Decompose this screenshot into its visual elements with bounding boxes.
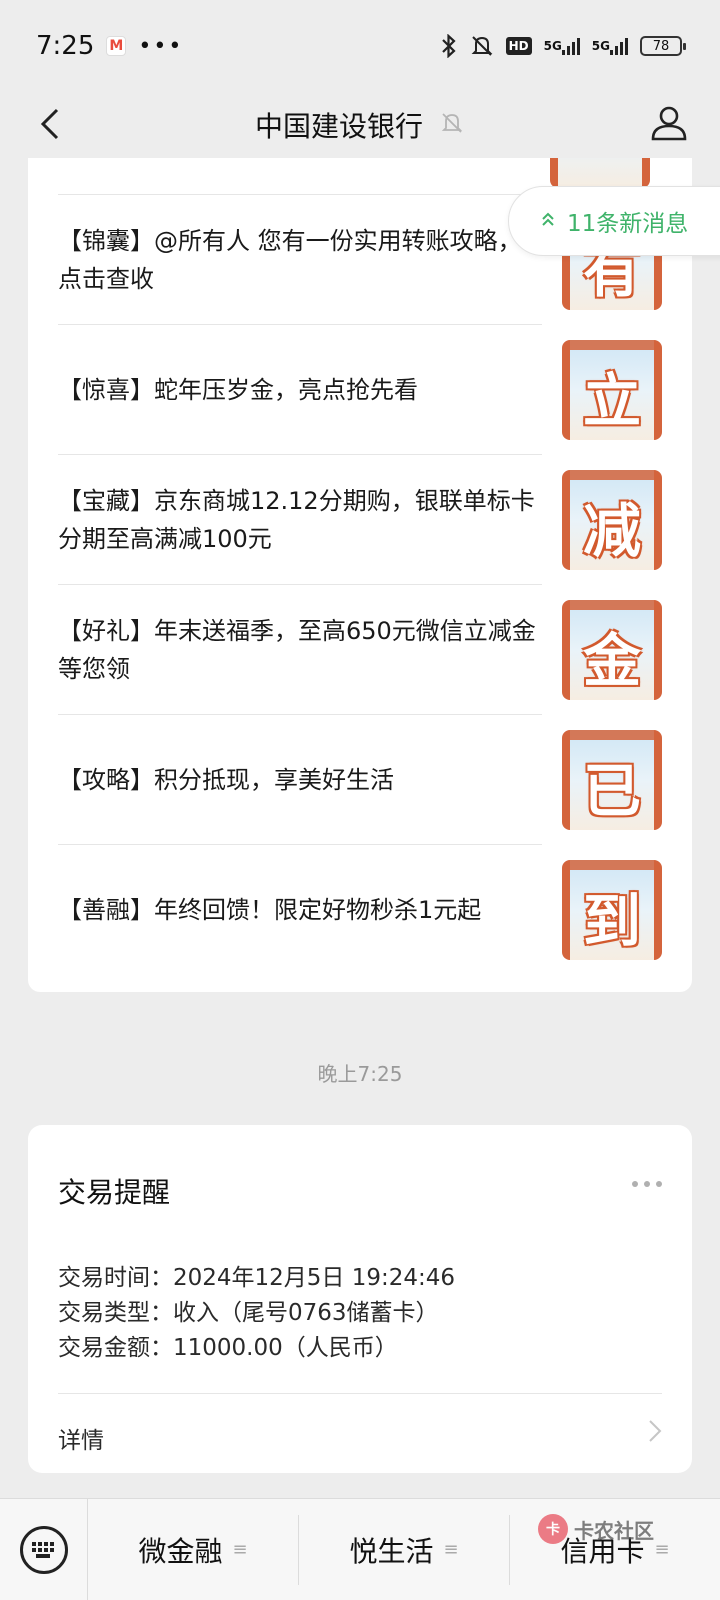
menu-micro-finance[interactable]: 微金融 ≡: [88, 1514, 299, 1585]
status-left: 7:25 M •••: [36, 31, 183, 61]
article-title: 【善融】年终回馈！限定好物秒杀1元起: [58, 896, 482, 924]
muted-bell-icon: [439, 110, 465, 140]
nav-title-wrap: 中国建设银行: [255, 105, 465, 145]
watermark-text: 卡农社区: [574, 1518, 654, 1543]
submenu-icon: ≡: [654, 1539, 670, 1560]
double-chevron-up-icon: [541, 211, 555, 231]
article-thumbnail: 已: [562, 730, 662, 830]
article-thumbnail: 到: [562, 860, 662, 960]
article-row[interactable]: 【好礼】年末送福季，至高650元微信立减金等您领 金: [58, 585, 662, 715]
profile-button[interactable]: [644, 98, 694, 148]
battery-icon: 78: [640, 36, 686, 56]
top-nav: 中国建设银行: [0, 92, 720, 158]
thumbnail-char: 已: [582, 757, 641, 825]
signal-icon-2: 5G: [592, 37, 628, 55]
mute-bell-icon: [470, 34, 494, 58]
submenu-icon: ≡: [232, 1539, 248, 1560]
article-row[interactable]: 【宝藏】京东商城12.12分期购，银联单标卡分期至高满减100元 减: [58, 455, 662, 585]
transaction-card[interactable]: 交易提醒 交易时间：2024年12月5日 19:24:46 交易类型：收入（尾号…: [28, 1125, 692, 1473]
transaction-title: 交易提醒: [58, 1176, 171, 1209]
article-thumbnail: 金: [562, 600, 662, 700]
menu-life[interactable]: 悦生活 ≡: [299, 1514, 510, 1585]
article-title: 【好礼】年末送福季，至高650元微信立减金等您领: [58, 617, 536, 683]
article-thumbnail: 立: [562, 340, 662, 440]
thumbnail-char: 立: [582, 367, 641, 435]
watermark: 卡 卡农社区: [538, 1514, 654, 1544]
page-title: 中国建设银行: [254, 110, 423, 143]
person-icon: [651, 106, 687, 141]
back-button[interactable]: [28, 100, 72, 148]
watermark-logo-icon: 卡: [538, 1514, 568, 1544]
hd-voice-icon: HD: [505, 37, 532, 55]
article-row[interactable]: 【攻略】积分抵现，享美好生活 已: [58, 715, 662, 845]
transaction-details: 交易时间：2024年12月5日 19:24:46 交易类型：收入（尾号0763储…: [58, 1261, 455, 1366]
partial-article-text: [58, 158, 542, 170]
network-type-2: 5G: [591, 39, 610, 53]
new-messages-label: 11条新消息: [567, 211, 689, 237]
article-row[interactable]: 【惊喜】蛇年压岁金，亮点抢先看 立: [58, 325, 662, 455]
article-title: 【惊喜】蛇年压岁金，亮点抢先看: [58, 376, 418, 404]
detail-link[interactable]: 详情: [58, 1421, 104, 1455]
thumbnail-char: 到: [582, 887, 641, 955]
time-separator: 晚上7:25: [317, 1062, 403, 1086]
article-title: 【攻略】积分抵现，享美好生活: [58, 766, 394, 794]
menu-label: 悦生活: [349, 1534, 434, 1568]
status-time: 7:25: [36, 31, 95, 61]
chevron-right-icon: [648, 1419, 662, 1450]
signal-icon-1: 5G: [544, 37, 580, 55]
article-thumbnail-partial[interactable]: [550, 158, 650, 188]
article-thumbnail: 减: [562, 470, 662, 570]
submenu-icon: ≡: [443, 1539, 459, 1560]
more-notifications-icon: •••: [138, 33, 184, 59]
new-messages-button[interactable]: 11条新消息: [508, 186, 720, 256]
transaction-type: 交易类型：收入（尾号0763储蓄卡）: [58, 1300, 439, 1326]
transaction-time: 交易时间：2024年12月5日 19:24:46: [58, 1265, 456, 1291]
status-bar: 7:25 M ••• HD 5G 5G 78: [0, 0, 720, 92]
thumbnail-char: 金: [582, 627, 641, 695]
bluetooth-icon: [440, 34, 458, 58]
keyboard-icon: [19, 1525, 68, 1574]
menu-label: 微金融: [138, 1534, 223, 1568]
transaction-amount: 交易金额：11000.00（人民币）: [58, 1335, 398, 1361]
article-title: 【锦囊】@所有人 您有一份实用转账攻略，点击查收: [58, 227, 522, 293]
network-type-1: 5G: [543, 39, 562, 53]
article-row[interactable]: 【善融】年终回馈！限定好物秒杀1元起 到: [58, 845, 662, 975]
status-right: HD 5G 5G 78: [440, 34, 686, 58]
notification-app-icon: M: [106, 36, 127, 56]
keyboard-toggle-button[interactable]: [0, 1498, 88, 1600]
article-card: 【锦囊】@所有人 您有一份实用转账攻略，点击查收 有 【惊喜】蛇年压岁金，亮点抢…: [28, 158, 692, 992]
thumbnail-char: 减: [582, 497, 641, 565]
divider: [58, 1393, 662, 1394]
chevron-left-icon: [40, 108, 59, 140]
more-options-icon[interactable]: [632, 1181, 662, 1187]
article-title: 【宝藏】京东商城12.12分期购，银联单标卡分期至高满减100元: [58, 487, 535, 553]
